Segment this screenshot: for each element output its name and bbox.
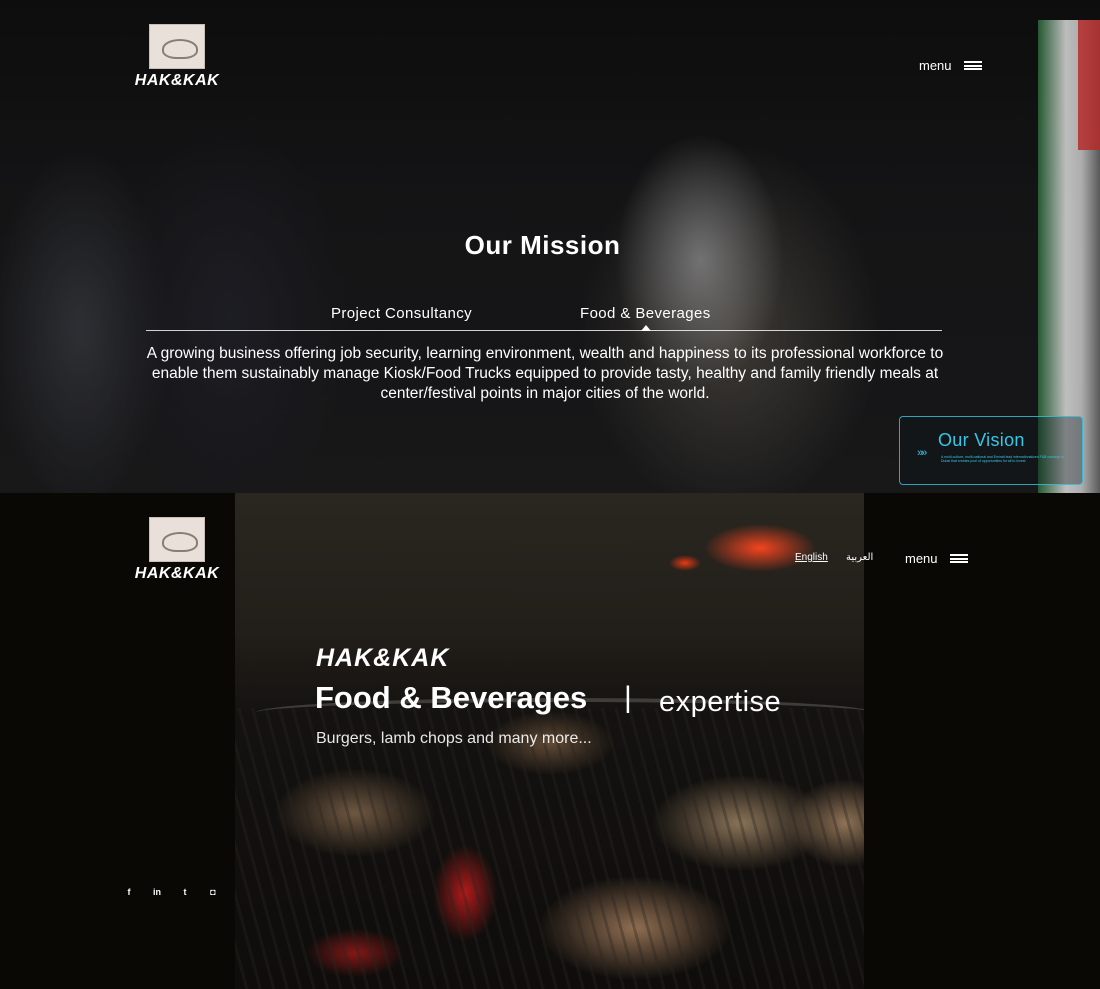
menu-label: menu [905,551,938,566]
menu-button-bottom[interactable]: menu [905,551,968,566]
social-links: f in t ◘ [122,885,220,899]
mission-section: HAK&KAK menu Our Mission Project Consult… [0,0,1100,493]
hero-subtitle: Burgers, lamb chops and many more... [316,730,592,747]
flag-red-band [1078,20,1100,150]
logo-wordmark: HAK&KAK [134,565,220,582]
logo-link-bottom[interactable]: HAK&KAK [131,517,223,583]
hero-tag: expertise [659,686,782,718]
our-vision-card[interactable]: »» Our Vision A multi-culture, multi-nat… [899,416,1083,485]
menu-label: menu [919,58,952,73]
language-arabic-link[interactable]: العربية [846,552,873,563]
language-english-link[interactable]: English [795,552,828,563]
hamburger-icon [949,554,968,563]
menu-button[interactable]: menu [919,58,982,73]
logo-handshake-icon [149,24,205,69]
instagram-icon[interactable]: ◘ [206,885,220,899]
double-chevron-right-icon: »» [917,447,927,459]
grill-bars [235,708,864,989]
facebook-icon[interactable]: f [122,885,136,899]
mission-title: Our Mission [464,230,621,260]
vision-subtitle: A multi-culture, multi-national and Emir… [941,455,1064,463]
hero-separator: | [624,681,632,714]
twitter-icon[interactable]: t [178,885,192,899]
hero-brand: HAK&KAK [316,644,450,672]
active-tab-indicator [641,325,651,331]
vision-title: Our Vision [938,430,1025,450]
linkedin-icon[interactable]: in [150,885,164,899]
hero-title: Food & Beverages [315,680,588,715]
tab-project-consultancy[interactable]: Project Consultancy [331,305,472,322]
tab-food-beverages[interactable]: Food & Beverages [580,305,711,322]
hamburger-icon [963,61,982,70]
mission-tabs: Project Consultancy Food & Beverages [146,305,942,331]
logo-handshake-icon [149,517,205,562]
food-beverages-section: HAK&KAK English العربية menu HAK&KAK Foo… [0,493,1100,989]
logo-wordmark: HAK&KAK [134,72,220,89]
mission-description: A growing business offering job security… [146,345,944,402]
logo-link[interactable]: HAK&KAK [131,24,223,90]
